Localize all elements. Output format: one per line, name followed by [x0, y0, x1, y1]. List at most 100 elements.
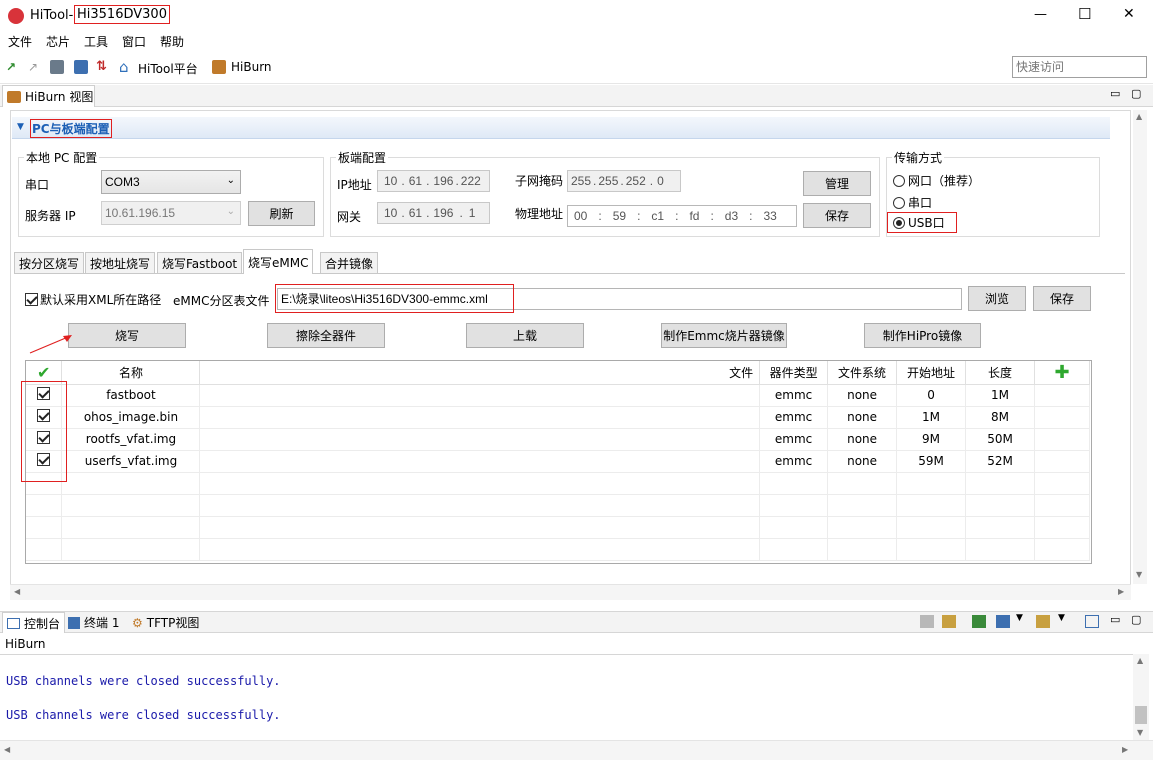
scroll-down-icon[interactable]: ▼ [1136, 570, 1142, 579]
console-hscrollbar[interactable]: ◀ ▶ [0, 740, 1153, 760]
browse-button[interactable]: 浏览 [968, 286, 1026, 311]
row-file[interactable] [199, 450, 761, 473]
add-icon[interactable]: ✚ [1054, 362, 1069, 383]
tab-console[interactable]: 控制台 [2, 612, 65, 633]
minimize-button[interactable]: — [1034, 7, 1047, 22]
use-xml-check[interactable] [25, 293, 38, 306]
console-minimize-icon[interactable]: ▭ [1110, 613, 1120, 626]
make-hipro-image-button[interactable]: 制作HiPro镜像 [864, 323, 981, 348]
export-icon[interactable] [1085, 615, 1099, 628]
scroll-right-icon[interactable]: ▶ [1122, 745, 1128, 754]
hitool-platform-link[interactable]: HiTool平台 [138, 60, 198, 77]
disconnect-icon[interactable]: ↗ [28, 60, 42, 74]
scroll-up-icon[interactable]: ▲ [1137, 656, 1143, 665]
burn-button[interactable]: 烧写 [68, 323, 186, 348]
manage-button[interactable]: 管理 [803, 171, 871, 196]
tab-emmc-burn[interactable]: 烧写eMMC [243, 249, 314, 274]
tab-fastboot-burn[interactable]: 烧写Fastboot [157, 252, 243, 273]
transfer-icon[interactable] [74, 60, 88, 74]
hiburn-icon[interactable] [212, 60, 226, 74]
tab-address-burn[interactable]: 按地址烧写 [85, 252, 156, 273]
quick-access-input[interactable] [1012, 56, 1147, 78]
upload-button[interactable]: 上载 [466, 323, 584, 348]
board-title: 板端配置 [336, 149, 389, 166]
home-icon[interactable]: ⌂ [119, 58, 133, 76]
table-row[interactable]: userfs_vfat.img emmc none 59M 52M [26, 450, 1091, 473]
board-save-button[interactable]: 保存 [803, 203, 871, 228]
tab-partition-burn[interactable]: 按分区烧写 [14, 252, 85, 273]
hiburn-link[interactable]: HiBurn [231, 60, 272, 74]
table-row[interactable]: fastboot emmc none 0 1M [26, 384, 1091, 407]
use-xml-checkbox[interactable]: 默认采用XML所在路径 [25, 291, 161, 308]
refresh-button[interactable]: 刷新 [248, 201, 315, 226]
radio-serial-circle[interactable] [893, 196, 905, 209]
display-console-icon[interactable] [996, 615, 1010, 628]
tab-tftp[interactable]: ⚙ TFTP视图 [132, 614, 199, 631]
check-all-icon[interactable]: ✔ [37, 363, 50, 382]
row-file[interactable] [199, 384, 761, 407]
gateway-field[interactable]: 10. 61. 196. 1 [377, 202, 490, 224]
scroll-thumb[interactable] [1135, 706, 1147, 724]
mac-field[interactable]: 00: 59: c1: fd: d3: 33 [567, 205, 797, 227]
erase-all-button[interactable]: 擦除全器件 [267, 323, 385, 348]
make-emmc-image-button[interactable]: 制作Emmc烧片器镜像 [661, 323, 787, 348]
window-title-prefix: HiTool- [30, 8, 74, 23]
menu-file[interactable]: 文件 [8, 33, 32, 50]
section-header[interactable]: ▼ PC与板端配置 [12, 117, 1110, 139]
view-maximize-icon[interactable]: ▢ [1131, 87, 1141, 100]
tab-merge-image[interactable]: 合并镜像 [320, 252, 379, 273]
menu-tools[interactable]: 工具 [84, 33, 108, 50]
main-scrollbar[interactable]: ▲ ▼ [1133, 110, 1147, 584]
empty-row [26, 494, 1091, 517]
table-row[interactable]: ohos_image.bin emmc none 1M 8M [26, 406, 1091, 429]
row-fs: none [827, 384, 898, 407]
tftp-icon: ⚙ [132, 615, 143, 630]
chevron-down-icon[interactable]: ▼ [1058, 613, 1065, 623]
mask-octet-3: 252 [625, 174, 646, 188]
serial-select[interactable]: COM3 ⌄ [101, 170, 241, 194]
emmc-save-button[interactable]: 保存 [1033, 286, 1091, 311]
table-row[interactable]: rootfs_vfat.img emmc none 9M 50M [26, 428, 1091, 451]
main-hscrollbar[interactable]: ◀ ▶ [10, 584, 1131, 600]
scroll-right-icon[interactable]: ▶ [1118, 587, 1124, 596]
menu-chip[interactable]: 芯片 [46, 33, 70, 50]
connect-icon[interactable]: ↗ [6, 60, 20, 74]
row-name: rootfs_vfat.img [61, 428, 201, 451]
clear-console-icon[interactable] [920, 615, 934, 628]
radio-usb[interactable]: USB口 [887, 212, 957, 233]
console-output[interactable]: USB channels were closed successfully. U… [0, 654, 1133, 740]
scroll-down-icon[interactable]: ▼ [1137, 728, 1143, 737]
radio-usb-circle[interactable] [893, 216, 905, 229]
server-ip-select[interactable]: 10.61.196.15 ⌄ [101, 201, 241, 225]
mask-field[interactable]: 255. 255. 252. 0 [567, 170, 681, 192]
ip-field[interactable]: 10. 61. 196. 222 [377, 170, 490, 192]
open-console-icon[interactable] [1036, 615, 1050, 628]
radio-network[interactable]: 网口（推荐） [893, 172, 980, 189]
radio-serial[interactable]: 串口 [893, 194, 932, 211]
up-down-icon[interactable]: ⇅ [96, 59, 110, 74]
view-minimize-icon[interactable]: ▭ [1110, 87, 1120, 100]
mac-label: 物理地址 [515, 207, 564, 221]
scroll-left-icon[interactable]: ◀ [4, 745, 10, 754]
row-file[interactable] [199, 428, 761, 451]
scroll-left-icon[interactable]: ◀ [14, 587, 20, 596]
scroll-lock-icon[interactable] [942, 615, 956, 628]
gateway-octet-4: 1 [468, 206, 476, 220]
console-maximize-icon[interactable]: ▢ [1131, 613, 1141, 626]
console-scrollbar[interactable]: ▲ ▼ [1133, 654, 1149, 740]
row-file[interactable] [199, 406, 761, 429]
chevron-down-icon[interactable]: ▼ [1016, 613, 1023, 623]
hiburn-view-label: HiBurn 视图 [25, 90, 94, 104]
maximize-button[interactable]: ☐ [1078, 5, 1091, 23]
tab-hiburn-view[interactable]: HiBurn 视图 [2, 85, 95, 107]
pin-console-icon[interactable] [972, 615, 986, 628]
close-button[interactable]: ✕ [1123, 6, 1135, 22]
chip-config-icon[interactable] [50, 60, 64, 74]
scroll-up-icon[interactable]: ▲ [1136, 112, 1142, 121]
menu-help[interactable]: 帮助 [160, 33, 184, 50]
section-collapse-icon[interactable]: ▼ [17, 122, 24, 132]
tab-terminal[interactable]: 终端 1 [68, 614, 119, 631]
menu-window[interactable]: 窗口 [122, 33, 146, 50]
radio-network-circle[interactable] [893, 174, 905, 187]
add-row-header[interactable]: ✚ [1034, 361, 1091, 385]
